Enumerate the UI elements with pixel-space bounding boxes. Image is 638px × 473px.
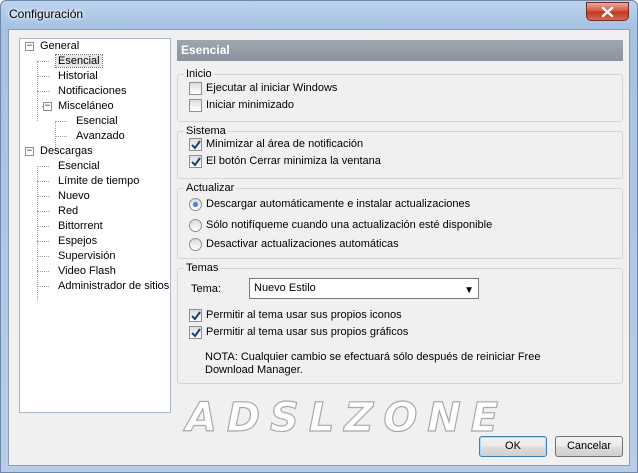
theme-note: NOTA: Cualquier cambio se efectuará sólo… (205, 351, 541, 376)
tree-item-bittorrent[interactable]: Bittorrent (56, 219, 105, 234)
checkmark-icon (191, 311, 201, 321)
tree-item-nuevo[interactable]: Nuevo (56, 189, 92, 204)
radio-circle[interactable] (189, 219, 202, 232)
window-title: Configuración (9, 7, 84, 21)
checkbox-box[interactable] (189, 309, 202, 322)
tree-item-historial[interactable]: Historial (56, 69, 100, 84)
collapse-toggle-icon[interactable]: − (25, 147, 34, 156)
checkbox-box[interactable] (189, 326, 202, 339)
cancel-button[interactable]: Cancelar (555, 436, 623, 457)
checkbox-tema-graficos[interactable]: Permitir al tema usar sus propios gráfic… (189, 326, 408, 340)
checkbox-box[interactable] (189, 82, 202, 95)
theme-label: Tema: (191, 283, 221, 295)
checkbox-box[interactable] (189, 138, 202, 151)
checkbox-tema-iconos[interactable]: Permitir al tema usar sus propios iconos (189, 309, 402, 323)
tree-item-espejos[interactable]: Espejos (56, 234, 99, 249)
tree-item-video-flash[interactable]: Video Flash (56, 264, 118, 279)
group-title-sistema: Sistema (184, 124, 228, 138)
settings-window: Configuración − − − General Esencial His… (0, 0, 638, 473)
collapse-toggle-icon[interactable]: − (43, 102, 52, 111)
tree-item-miscelaneo[interactable]: Misceláneo (56, 99, 116, 114)
group-title-inicio: Inicio (184, 67, 214, 81)
checkbox-box[interactable] (189, 99, 202, 112)
checkbox-iniciar-minimizado[interactable]: Iniciar minimizado (189, 99, 294, 113)
close-icon (601, 6, 614, 18)
ok-button[interactable]: OK (479, 436, 547, 457)
collapse-toggle-icon[interactable]: − (25, 42, 34, 51)
radio-circle[interactable] (189, 198, 202, 211)
tree-item-limite-tiempo[interactable]: Límite de tiempo (56, 174, 141, 189)
tree-item-red[interactable]: Red (56, 204, 80, 219)
panel-header: Esencial (177, 40, 623, 61)
settings-tree[interactable]: − − − General Esencial Historial Notific… (19, 38, 171, 413)
tree-item-misc-esencial[interactable]: Esencial (74, 114, 120, 129)
checkbox-minimizar-notificacion[interactable]: Minimizar al área de notificación (189, 138, 363, 152)
radio-descargar-instalar[interactable]: Descargar automáticamente e instalar act… (189, 198, 470, 212)
tree-item-descargas[interactable]: Descargas (38, 144, 95, 159)
tree-item-administrador-sitios[interactable]: Administrador de sitios (56, 279, 170, 294)
tree-item-general[interactable]: General (38, 39, 81, 54)
group-title-actualizar: Actualizar (184, 181, 237, 195)
title-bar[interactable]: Configuración (1, 1, 637, 29)
tree-item-notificaciones[interactable]: Notificaciones (56, 84, 128, 99)
checkmark-icon (191, 157, 201, 167)
radio-circle[interactable] (189, 238, 202, 251)
checkbox-cerrar-minimiza[interactable]: El botón Cerrar minimiza la ventana (189, 155, 381, 169)
checkbox-box[interactable] (189, 155, 202, 168)
tree-item-avanzado[interactable]: Avanzado (74, 129, 127, 144)
tree-item-supervision[interactable]: Supervisión (56, 249, 117, 264)
checkmark-icon (191, 140, 201, 150)
svg-text:ADSLZONE: ADSLZONE (183, 395, 508, 441)
checkbox-ejecutar-al-iniciar[interactable]: Ejecutar al iniciar Windows (189, 82, 337, 96)
radio-solo-notificar[interactable]: Sólo notifíqueme cuando una actualizació… (189, 219, 492, 233)
tree-item-general-esencial[interactable]: Esencial (55, 54, 103, 69)
radio-desactivar[interactable]: Desactivar actualizaciones automáticas (189, 238, 399, 252)
tree-item-descargas-esencial[interactable]: Esencial (56, 159, 102, 174)
dropdown-arrow-icon: ▼ (464, 285, 474, 296)
checkmark-icon (191, 328, 201, 338)
settings-panel: Esencial Inicio Ejecutar al iniciar Wind… (177, 38, 623, 413)
close-button[interactable] (586, 2, 629, 21)
theme-select[interactable]: Nuevo Estilo ▼ (249, 278, 479, 299)
group-title-temas: Temas (184, 261, 221, 275)
dialog-body: − − − General Esencial Historial Notific… (8, 29, 630, 466)
